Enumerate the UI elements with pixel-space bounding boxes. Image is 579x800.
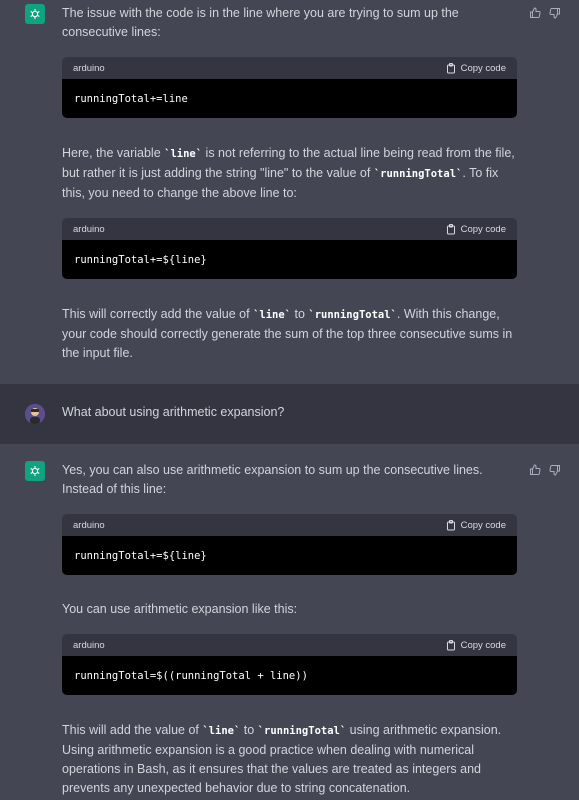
feedback-buttons bbox=[529, 7, 561, 22]
text-span: to bbox=[291, 307, 309, 321]
clipboard-icon bbox=[446, 519, 455, 530]
message-text: The issue with the code is in the line w… bbox=[62, 6, 459, 39]
code-block: arduino Copy code runningTotal+=line bbox=[62, 57, 517, 118]
code-content: runningTotal+=line bbox=[62, 79, 517, 118]
inline-code: `runningTotal` bbox=[308, 309, 397, 321]
inline-code: `runningTotal` bbox=[373, 168, 463, 180]
assistant-message: Yes, you can also use arithmetic expansi… bbox=[0, 444, 579, 800]
copy-code-label: Copy code bbox=[460, 519, 506, 531]
inline-code: `line` bbox=[202, 725, 241, 737]
message-text: You can use arithmetic expansion like th… bbox=[62, 602, 298, 616]
copy-code-label: Copy code bbox=[460, 223, 506, 235]
thumbs-down-icon[interactable] bbox=[549, 464, 561, 479]
code-content: runningTotal+=${line} bbox=[62, 240, 517, 279]
user-message: What about using arithmetic expansion? bbox=[0, 384, 579, 444]
copy-code-button[interactable]: Copy code bbox=[446, 223, 506, 235]
copy-code-button[interactable]: Copy code bbox=[446, 519, 506, 531]
code-block: arduino Copy code runningTotal+=${line} bbox=[62, 514, 517, 575]
clipboard-icon bbox=[446, 639, 455, 650]
assistant-message: The issue with the code is in the line w… bbox=[0, 0, 579, 384]
clipboard-icon bbox=[446, 223, 455, 234]
inline-code: `runningTotal` bbox=[257, 725, 347, 737]
thumbs-up-icon[interactable] bbox=[529, 464, 541, 479]
text-span: Here, the variable bbox=[62, 146, 165, 160]
code-language: arduino bbox=[73, 639, 105, 651]
code-language: arduino bbox=[73, 62, 105, 74]
message-text: Here, the variable `line` is not referri… bbox=[62, 144, 517, 203]
chatgpt-logo-icon bbox=[25, 461, 45, 481]
code-block: arduino Copy code runningTotal+=${line} bbox=[62, 218, 517, 279]
text-span: This will correctly add the value of bbox=[62, 307, 254, 321]
message-text: This will correctly add the value of `li… bbox=[62, 305, 517, 363]
code-content: runningTotal=$((runningTotal + line)) bbox=[62, 656, 517, 695]
user-message-text: What about using arithmetic expansion? bbox=[62, 405, 285, 419]
code-block: arduino Copy code runningTotal=$((runnin… bbox=[62, 634, 517, 695]
text-span: to bbox=[240, 723, 258, 737]
clipboard-icon bbox=[446, 62, 455, 73]
copy-code-label: Copy code bbox=[460, 639, 506, 651]
code-language: arduino bbox=[73, 223, 105, 235]
copy-code-button[interactable]: Copy code bbox=[446, 62, 506, 74]
copy-code-button[interactable]: Copy code bbox=[446, 639, 506, 651]
feedback-buttons bbox=[529, 464, 561, 479]
thumbs-up-icon[interactable] bbox=[529, 7, 541, 22]
message-text: Yes, you can also use arithmetic expansi… bbox=[62, 463, 483, 496]
message-text: This will add the value of `line` to `ru… bbox=[62, 721, 517, 798]
thumbs-down-icon[interactable] bbox=[549, 7, 561, 22]
code-language: arduino bbox=[73, 519, 105, 531]
code-content: runningTotal+=${line} bbox=[62, 536, 517, 575]
user-avatar bbox=[25, 404, 45, 424]
copy-code-label: Copy code bbox=[460, 62, 506, 74]
chatgpt-logo-icon bbox=[25, 4, 45, 24]
text-span: This will add the value of bbox=[62, 723, 203, 737]
inline-code: `line` bbox=[164, 148, 203, 160]
inline-code: `line` bbox=[253, 309, 291, 321]
